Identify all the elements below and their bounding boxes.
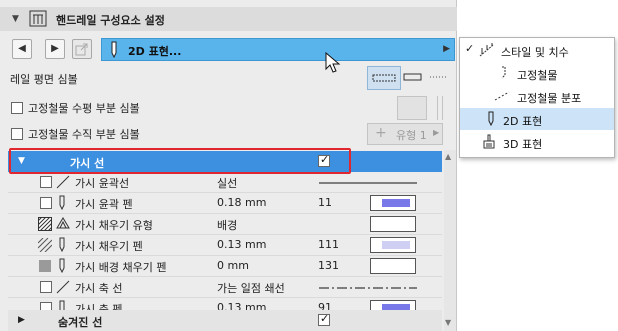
row-name: 가시 축 선 [75, 282, 123, 295]
row-pen-number: 131 [318, 259, 339, 272]
panel-header[interactable]: ▼ 핸드레일 구성요소 설정 [0, 7, 457, 31]
settings-panel: ▼ 핸드레일 구성요소 설정 ◀ ▶ 2D 표현... ▶ 레일 평면 심볼 고… [0, 0, 457, 331]
property-table: ▼ 가시 선 가시 윤곽선 실선 가시 윤곽 펜 0.18 mm 11 [8, 149, 442, 331]
menu-item-label: 고정철물 [517, 69, 558, 82]
dashed-rect-icon [372, 74, 396, 82]
horizontal-symbol-checkbox[interactable] [11, 102, 23, 114]
dropdown-arrow-icon: ▶ [443, 44, 450, 54]
expand-triangle-icon[interactable]: ▶ [18, 315, 25, 325]
scroll-down-icon[interactable]: ▼ [445, 318, 451, 327]
pen-swatch[interactable] [370, 195, 416, 211]
panel-title: 핸드레일 구성요소 설정 [56, 14, 165, 27]
horizontal-option-2[interactable] [437, 96, 443, 120]
pen-swatch[interactable] [370, 258, 416, 274]
line-icon [56, 175, 70, 189]
distribution-icon [494, 91, 510, 101]
row-pen-number: 111 [318, 238, 339, 251]
table-row[interactable]: 가시 축 선 가는 일점 쇄선 [8, 277, 442, 298]
dropdown-label: 2D 표현... [128, 45, 182, 58]
row-checkbox[interactable] [40, 197, 52, 209]
mouse-cursor-icon [325, 52, 341, 73]
line-icon [56, 280, 70, 294]
highlight-box [9, 148, 351, 174]
vertical-symbol-label: 고정철물 수직 부분 심볼 [28, 128, 140, 141]
row-pen-number: 11 [318, 196, 332, 209]
symbol-option-1[interactable] [367, 66, 401, 90]
hidden-lines-checkbox[interactable] [318, 312, 330, 326]
pen-icon [111, 41, 117, 59]
paintbrush-icon [483, 134, 495, 149]
jump-button[interactable] [72, 39, 92, 59]
dotted-line-icon [430, 76, 448, 78]
scroll-up-icon[interactable]: ▲ [445, 152, 451, 161]
type-button[interactable]: + 유형 1 ▶ [367, 123, 443, 145]
fill-swatch[interactable] [370, 216, 416, 232]
horizontal-symbol-label: 고정철물 수평 부분 심볼 [28, 102, 140, 115]
railing-settings-icon [29, 10, 47, 27]
rail-plan-symbol-label: 레일 평면 심볼 [10, 73, 78, 86]
menu-item-label: 2D 표현 [503, 115, 543, 128]
row-value: 0.18 mm [217, 196, 267, 209]
row-value: 실선 [217, 177, 238, 190]
hatch-icon [38, 217, 52, 231]
menu-item-2d-representation[interactable]: 2D 표현 [460, 108, 614, 130]
pen-icon [59, 237, 65, 253]
pen-swatch[interactable] [370, 237, 416, 253]
vertical-symbol-checkbox[interactable] [11, 128, 23, 140]
symbol-option-3[interactable] [426, 66, 452, 90]
horizontal-option-1[interactable] [397, 96, 427, 120]
page-menu-popup: ✓ 스타일 및 치수 고정철물 고정철물 분포 2D 표현 3D 표현 [459, 37, 615, 158]
check-icon: ✓ [465, 42, 475, 55]
menu-item-post[interactable]: 고정철물 [460, 62, 614, 84]
post-icon [501, 66, 506, 79]
menu-item-label: 고정철물 분포 [517, 92, 582, 105]
menu-item-post-distribution[interactable]: 고정철물 분포 [460, 85, 614, 107]
row-value: 0 mm [217, 259, 249, 272]
symbol-option-2[interactable] [401, 66, 426, 90]
table-row[interactable]: 가시 윤곽 펜 0.18 mm 11 [8, 193, 442, 214]
menu-item-label: 3D 표현 [503, 138, 543, 151]
table-row[interactable]: 가시 채우기 유형 배경 [8, 214, 442, 235]
row-checkbox[interactable] [40, 281, 52, 293]
pen-icon [59, 195, 65, 211]
table-row[interactable]: 가시 채우기 펜 0.13 mm 111 [8, 235, 442, 256]
pen-icon [488, 111, 494, 127]
group-name: 숨겨진 선 [58, 316, 103, 329]
table-scrollbar[interactable]: ▲ ▼ [444, 150, 456, 331]
group-hidden-lines[interactable]: ▶ 숨겨진 선 [8, 310, 442, 331]
table-row[interactable]: 가시 윤곽선 실선 [8, 172, 442, 193]
row-name: 가시 채우기 유형 [75, 219, 153, 232]
collapse-triangle-icon[interactable]: ▼ [12, 14, 19, 24]
fill-type-icon [56, 217, 70, 229]
row-checkbox[interactable] [40, 176, 52, 188]
menu-item-3d-representation[interactable]: 3D 표현 [460, 131, 614, 153]
prev-button[interactable]: ◀ [12, 39, 32, 59]
row-name: 가시 윤곽선 [75, 177, 130, 190]
row-value: 가는 일점 쇄선 [217, 282, 285, 295]
background-fill-icon [39, 260, 51, 272]
row-value: 0.13 mm [217, 238, 267, 251]
row-name: 가시 배경 채우기 펜 [75, 261, 167, 274]
type-button-label: 유형 1 [396, 129, 427, 142]
jump-icon [75, 43, 88, 56]
row-value: 배경 [217, 219, 238, 232]
railing-style-icon [479, 43, 494, 57]
next-button[interactable]: ▶ [45, 39, 65, 59]
solid-rect-icon [403, 73, 422, 81]
row-name: 가시 채우기 펜 [75, 240, 143, 253]
solid-line-preview [319, 182, 417, 184]
plus-icon: + [375, 125, 387, 141]
type-arrow-icon: ▶ [433, 128, 440, 137]
pen-icon [59, 258, 65, 274]
row-name: 가시 윤곽 펜 [75, 198, 133, 211]
page-dropdown[interactable]: 2D 표현... ▶ [101, 38, 455, 61]
menu-item-label: 스타일 및 치수 [501, 46, 569, 59]
hatch-pen-icon [38, 238, 52, 252]
menu-item-style-dimensions[interactable]: ✓ 스타일 및 치수 [460, 39, 614, 61]
dashdot-line-preview [319, 287, 417, 289]
table-row[interactable]: 가시 배경 채우기 펜 0 mm 131 [8, 256, 442, 277]
